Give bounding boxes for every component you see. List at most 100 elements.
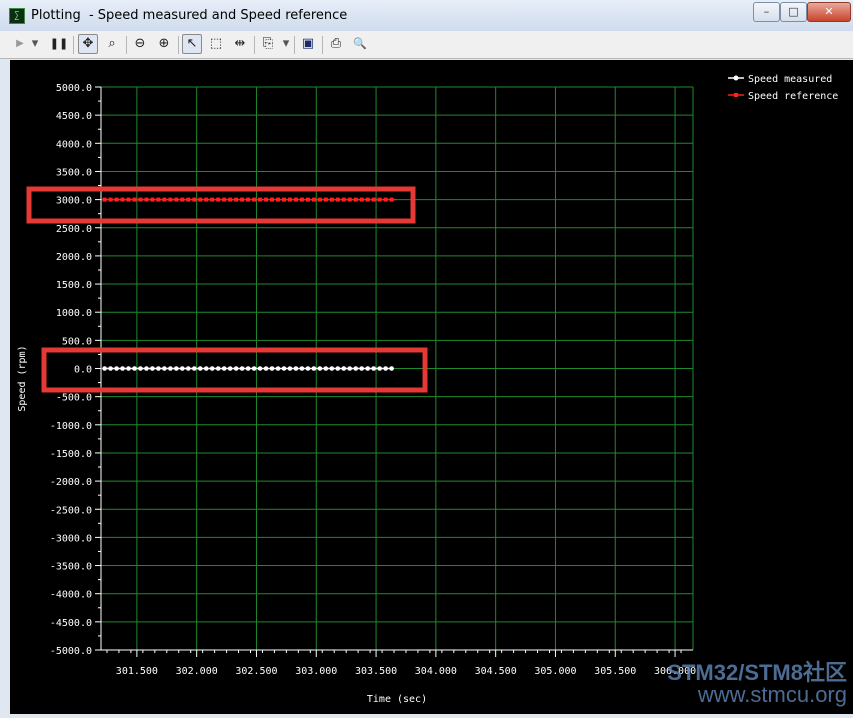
data-point-speed-measured bbox=[120, 366, 125, 371]
x-tick-label: 303.500 bbox=[355, 666, 397, 677]
data-point-speed-reference bbox=[270, 197, 275, 202]
data-point-speed-reference bbox=[156, 197, 161, 202]
dropdown-icon[interactable]: ▾ bbox=[280, 34, 292, 54]
window-titlebar: ∑ Plotting - Speed measured and Speed re… bbox=[0, 0, 853, 32]
data-point-speed-reference bbox=[222, 197, 227, 202]
data-point-speed-reference bbox=[329, 197, 334, 202]
y-tick-label: -2500.0 bbox=[50, 505, 92, 516]
data-point-speed-measured bbox=[359, 366, 365, 371]
data-point-speed-measured bbox=[209, 366, 215, 371]
data-point-speed-measured bbox=[102, 366, 107, 371]
toolbar-separator bbox=[73, 36, 74, 54]
x-tick-label: 302.500 bbox=[235, 666, 277, 677]
window-border bbox=[0, 60, 10, 714]
data-point-speed-measured bbox=[311, 366, 317, 371]
data-point-speed-measured bbox=[335, 366, 341, 371]
data-point-speed-reference bbox=[114, 197, 119, 202]
legend-marker bbox=[734, 93, 738, 97]
y-tick-label: 0.0 bbox=[74, 365, 92, 376]
data-point-speed-reference bbox=[287, 197, 292, 202]
data-point-speed-measured bbox=[353, 366, 359, 371]
save-icon[interactable]: ▣ bbox=[298, 34, 318, 54]
data-point-speed-measured bbox=[269, 366, 275, 371]
zoom-out-icon[interactable]: ⊖ bbox=[130, 34, 150, 54]
data-point-speed-reference bbox=[293, 197, 298, 202]
data-point-speed-reference bbox=[144, 197, 149, 202]
data-point-speed-measured bbox=[197, 366, 203, 371]
data-point-speed-measured bbox=[168, 366, 173, 371]
y-tick-label: -4500.0 bbox=[50, 618, 92, 629]
data-point-speed-reference bbox=[234, 197, 239, 202]
y-tick-label: -1500.0 bbox=[50, 449, 92, 460]
data-point-speed-measured bbox=[251, 366, 257, 371]
data-point-speed-reference bbox=[228, 197, 233, 202]
y-tick-label: 5000.0 bbox=[56, 83, 92, 94]
y-tick-label: 2000.0 bbox=[56, 252, 92, 263]
data-point-speed-measured bbox=[233, 366, 239, 371]
data-point-speed-measured bbox=[281, 366, 287, 371]
data-point-speed-reference bbox=[204, 197, 209, 202]
data-point-speed-measured bbox=[221, 366, 227, 371]
data-point-speed-measured bbox=[150, 366, 155, 371]
copy-icon[interactable]: ⎘ bbox=[258, 34, 278, 54]
speed-chart[interactable]: 5000.0 4500.0 4000.0 3500.0 3000.0 2500.0 2000… bbox=[10, 60, 853, 714]
data-point-speed-measured bbox=[156, 366, 161, 371]
data-point-speed-measured bbox=[383, 366, 388, 371]
data-point-speed-measured bbox=[305, 366, 311, 371]
x-tick-label: 305.000 bbox=[534, 666, 576, 677]
data-point-speed-measured bbox=[126, 366, 131, 371]
close-button[interactable]: ✕ bbox=[807, 2, 851, 22]
data-point-speed-measured bbox=[132, 366, 137, 371]
maximize-button[interactable]: □ bbox=[780, 2, 807, 22]
pan-icon[interactable]: ✥ bbox=[78, 34, 98, 54]
data-point-speed-reference bbox=[371, 197, 376, 202]
data-point-speed-reference bbox=[258, 197, 263, 202]
print-preview-icon[interactable]: 🔍 bbox=[350, 34, 370, 54]
y-tick-label: 4500.0 bbox=[56, 111, 92, 122]
minimize-button[interactable]: – bbox=[753, 2, 780, 22]
toolbar-separator bbox=[126, 36, 127, 54]
data-point-speed-reference bbox=[198, 197, 203, 202]
data-point-speed-reference bbox=[210, 197, 215, 202]
y-tick-label: 3500.0 bbox=[56, 167, 92, 178]
data-point-speed-measured bbox=[162, 366, 167, 371]
y-tick-label: -3500.0 bbox=[50, 562, 92, 573]
zoom-area-icon[interactable]: ⌕ bbox=[102, 34, 122, 54]
data-point-speed-measured bbox=[389, 366, 394, 371]
data-point-speed-measured bbox=[203, 366, 209, 371]
y-axis-label: Speed (rpm) bbox=[17, 345, 28, 411]
data-point-speed-reference bbox=[281, 197, 286, 202]
zoom-in-icon[interactable]: ⊕ bbox=[154, 34, 174, 54]
y-tick-label: 4000.0 bbox=[56, 139, 92, 150]
y-tick-label: 3000.0 bbox=[56, 196, 92, 207]
data-point-speed-reference bbox=[305, 197, 310, 202]
select-icon[interactable]: ↖ bbox=[182, 34, 202, 54]
data-point-speed-measured bbox=[114, 366, 119, 371]
plot-area[interactable]: 5000.0 4500.0 4000.0 3500.0 3000.0 2500.0 2000… bbox=[10, 60, 853, 714]
print-icon[interactable]: ⎙ bbox=[326, 34, 346, 54]
watermark-line1: STM32/STM8社区 bbox=[667, 660, 847, 685]
y-tick-label: -3000.0 bbox=[50, 533, 92, 544]
dropdown-icon[interactable]: ▾ bbox=[29, 34, 41, 54]
y-tick-label: -500.0 bbox=[56, 393, 92, 404]
data-point-speed-reference bbox=[102, 197, 107, 202]
data-point-speed-measured bbox=[287, 366, 293, 371]
data-point-speed-measured bbox=[317, 366, 323, 371]
data-point-speed-reference bbox=[299, 197, 304, 202]
watermark-line2: www.stmcu.org bbox=[697, 682, 847, 707]
y-tick-label: -4000.0 bbox=[50, 590, 92, 601]
x-tick-label: 304.500 bbox=[475, 666, 517, 677]
box-select-icon[interactable]: ⬚ bbox=[206, 34, 226, 54]
y-tick-label: -1000.0 bbox=[50, 421, 92, 432]
data-point-speed-measured bbox=[186, 366, 191, 371]
play-icon[interactable]: ▶ bbox=[10, 34, 30, 54]
data-point-speed-measured bbox=[245, 366, 251, 371]
cursor-measure-icon[interactable]: ⇹ bbox=[230, 34, 250, 54]
data-point-speed-reference bbox=[252, 197, 257, 202]
pause-icon[interactable]: ❚❚ bbox=[49, 34, 69, 54]
data-point-speed-measured bbox=[347, 366, 353, 371]
y-tick-label: -2000.0 bbox=[50, 477, 92, 488]
data-point-speed-reference bbox=[264, 197, 269, 202]
data-point-speed-reference bbox=[323, 197, 328, 202]
data-point-speed-reference bbox=[359, 197, 364, 202]
